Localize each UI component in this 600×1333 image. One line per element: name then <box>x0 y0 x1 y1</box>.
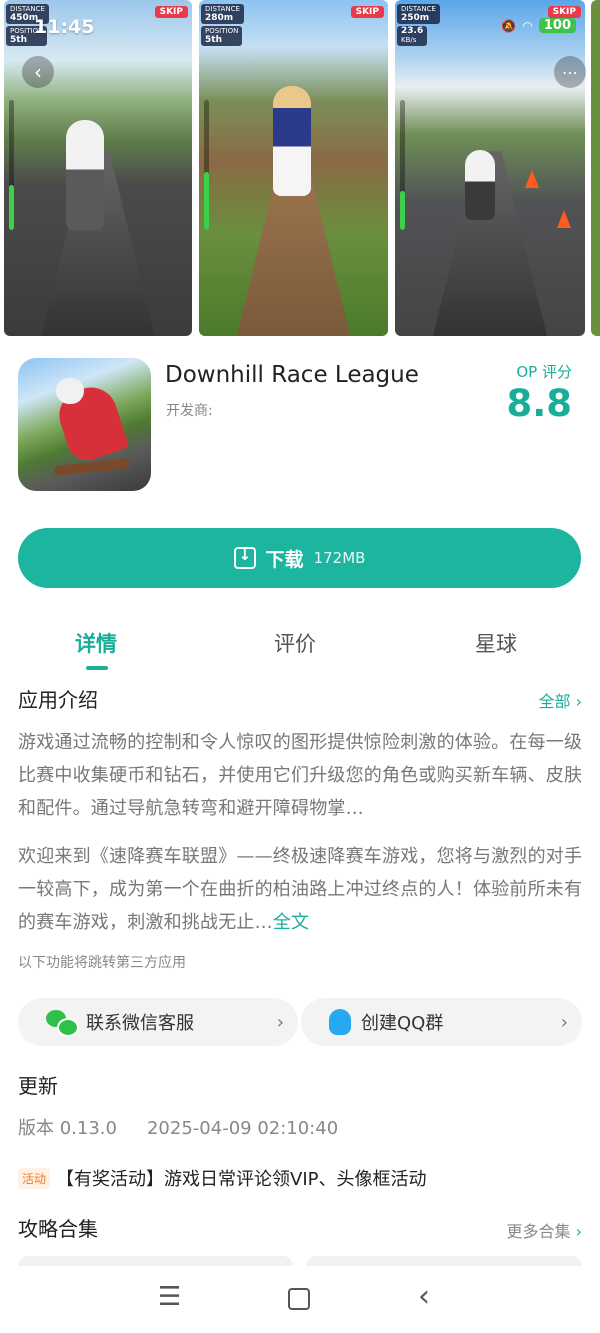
cone-graphic <box>525 170 539 188</box>
tab-indicator <box>86 666 108 670</box>
screenshot-1[interactable]: DISTANCE 450m POSITION 5th SKIP <box>4 0 192 336</box>
download-button[interactable]: 下载 172MB <box>18 528 581 588</box>
chevron-right-icon: › <box>560 1011 568 1033</box>
rider-figure <box>66 120 104 230</box>
screenshot-3[interactable]: DISTANCE 250m 23.6 KB/s SKIP <box>395 0 585 336</box>
progress-rail <box>9 100 14 230</box>
status-icons: 🔕 ◠ 100 <box>501 18 576 33</box>
tab-reviews[interactable]: 评价 <box>274 628 316 658</box>
update-title: 更新 <box>18 1074 58 1098</box>
battery-indicator: 100 <box>538 18 576 33</box>
wifi-icon: ◠ <box>522 18 533 33</box>
developer-label: 开发商: <box>166 403 213 419</box>
screenshot-carousel[interactable]: DISTANCE 450m POSITION 5th SKIP DISTANCE 28… <box>0 0 600 340</box>
version-info: 版本 0.13.0 2025-04-09 02:10:40 <box>18 1114 338 1140</box>
third-party-note: 以下功能将跳转第三方应用 <box>18 955 186 971</box>
intro-more-label: 全部 <box>538 692 571 711</box>
progress-rail <box>400 100 405 230</box>
wechat-icon <box>46 1010 79 1037</box>
tab-details[interactable]: 详情 <box>75 628 117 658</box>
screenshot-2[interactable]: DISTANCE 280m POSITION 5th SKIP <box>199 0 388 336</box>
full-text-link[interactable]: 全文 <box>273 912 309 933</box>
guide-card[interactable] <box>306 1256 582 1266</box>
progress-rail <box>204 100 209 230</box>
guides-more-link[interactable]: 更多合集 › <box>506 1218 582 1242</box>
mute-icon: 🔕 <box>501 18 517 33</box>
download-label: 下载 <box>265 548 304 571</box>
download-size: 172MB <box>313 549 366 567</box>
status-time: 11:45 <box>34 16 95 38</box>
tab-planet[interactable]: 星球 <box>475 628 517 658</box>
chevron-right-icon: › <box>276 1011 284 1033</box>
guides-title: 攻略合集 <box>18 1217 98 1241</box>
chevron-right-icon: › <box>575 1222 582 1241</box>
intro-paragraph-1: 游戏通过流畅的控制和令人惊叹的图形提供惊险刺激的体验。在每一级比赛中收集硬币和钻… <box>18 732 583 819</box>
intro-paragraph-2: 欢迎来到《速降赛车联盟》——终极速降赛车游戏，您将与激烈的对手一较高下，成为第一… <box>18 840 586 939</box>
home-icon[interactable] <box>288 1288 310 1310</box>
hud-position: POSITION 5th <box>201 26 243 46</box>
promo-activity[interactable]: 活动 【有奖活动】游戏日常评论领VIP、头像框活动 <box>18 1165 427 1191</box>
skip-badge: SKIP <box>154 6 188 18</box>
more-icon[interactable]: ⋯ <box>554 56 586 88</box>
intro-title: 应用介绍 <box>18 688 98 712</box>
update-date: 2025-04-09 02:10:40 <box>146 1118 339 1139</box>
version-number: 版本 0.13.0 <box>18 1118 117 1139</box>
menu-icon[interactable]: ☰ <box>158 1284 181 1310</box>
screenshot-4-peek[interactable] <box>591 0 600 336</box>
app-title: Downhill Race League <box>165 362 419 388</box>
chevron-right-icon: › <box>575 692 582 711</box>
qq-icon <box>329 1009 351 1035</box>
rider-figure <box>465 150 495 220</box>
system-nav-bar: ☰ ‹ <box>0 1266 600 1333</box>
hud-distance: DISTANCE 280m <box>201 4 244 24</box>
create-qq-group-button[interactable]: 创建QQ群 › <box>301 998 582 1046</box>
hud-distance: DISTANCE 250m <box>397 4 440 24</box>
download-icon <box>233 546 256 569</box>
create-qq-group-label: 创建QQ群 <box>361 1013 444 1034</box>
rider-figure <box>273 86 311 196</box>
skip-badge: SKIP <box>547 6 581 18</box>
guide-card[interactable] <box>18 1256 293 1266</box>
back-icon[interactable]: ‹ <box>22 56 54 88</box>
rating-score: 8.8 <box>506 382 572 425</box>
cone-graphic <box>557 210 571 228</box>
wechat-service-label: 联系微信客服 <box>86 1013 194 1034</box>
intro-more-link[interactable]: 全部 › <box>538 688 582 712</box>
skip-badge: SKIP <box>350 6 384 18</box>
guides-more-label: 更多合集 <box>506 1222 571 1241</box>
app-icon <box>18 358 151 491</box>
promo-text: 【有奖活动】游戏日常评论领VIP、头像框活动 <box>56 1169 427 1190</box>
nav-back-icon[interactable]: ‹ <box>418 1282 430 1312</box>
promo-tag: 活动 <box>18 1167 51 1189</box>
hud-speed: 23.6 KB/s <box>397 26 428 46</box>
tab-bar: 详情 评价 星球 <box>0 620 600 670</box>
rating-label: OP 评分 <box>516 363 572 381</box>
wechat-service-button[interactable]: 联系微信客服 › <box>18 998 298 1046</box>
